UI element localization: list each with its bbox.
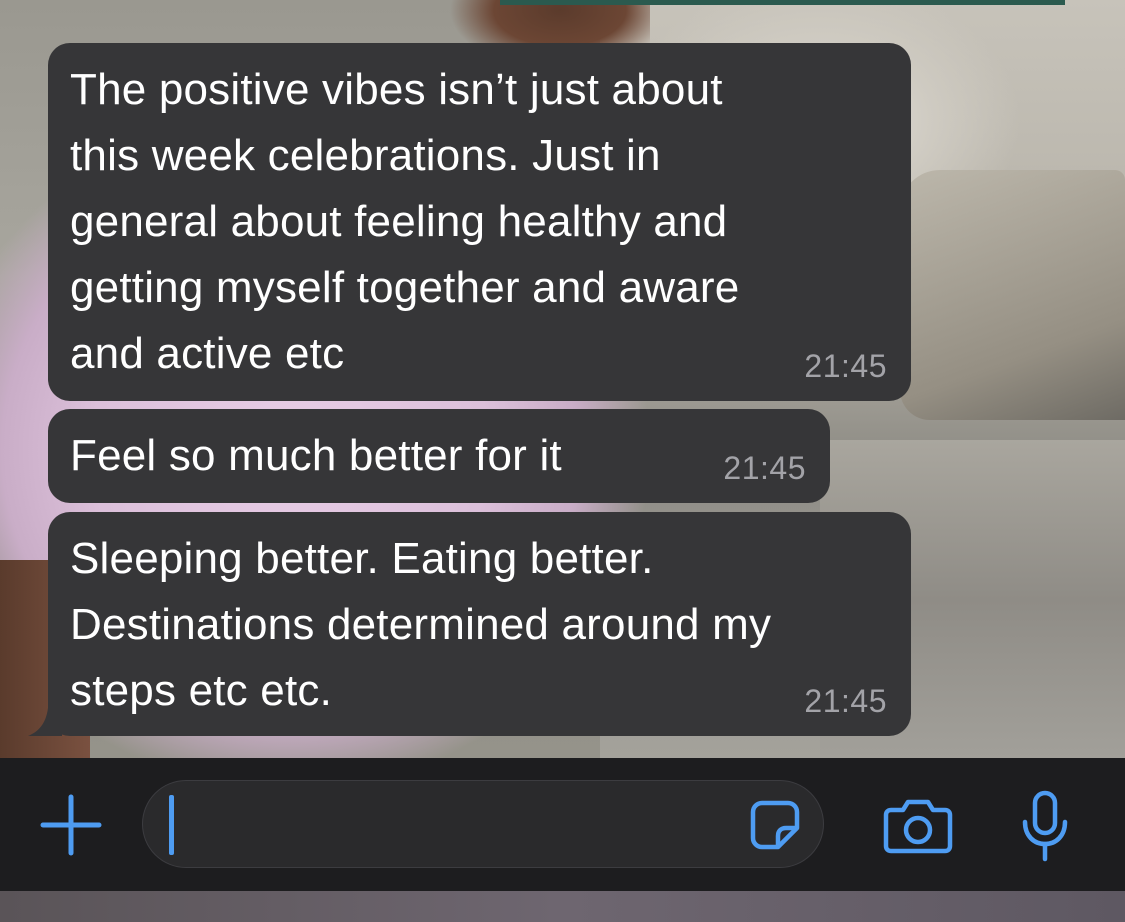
message-timestamp: 21:45 — [804, 683, 887, 719]
bottom-wallpaper-strip — [0, 891, 1125, 922]
camera-icon — [883, 799, 953, 854]
header-edge — [500, 0, 1065, 5]
message-timestamp: 21:45 — [804, 348, 887, 384]
message-bubble[interactable]: Feel so much better for it 21:45 — [48, 409, 830, 503]
sticker-button[interactable] — [747, 797, 803, 853]
bubble-tail — [28, 708, 62, 736]
chat-screen: The positive vibes isn’t just about this… — [0, 0, 1125, 922]
message-bubble[interactable]: The positive vibes isn’t just about this… — [48, 43, 911, 401]
plus-icon — [40, 794, 102, 856]
microphone-icon — [1022, 790, 1068, 862]
text-caret — [169, 795, 174, 855]
wallpaper-stone-block — [900, 170, 1125, 420]
message-text: Sleeping better. Eating better. Destinat… — [70, 534, 772, 715]
message-input[interactable] — [142, 780, 824, 868]
microphone-button[interactable] — [1010, 788, 1080, 864]
attach-button[interactable] — [36, 790, 106, 860]
message-text: Feel so much better for it — [70, 431, 562, 480]
camera-button[interactable] — [880, 790, 956, 860]
message-timestamp: 21:45 — [723, 450, 806, 486]
message-bubble[interactable]: Sleeping better. Eating better. Destinat… — [28, 512, 911, 736]
message-text: The positive vibes isn’t just about this… — [70, 65, 740, 378]
sticker-icon — [750, 800, 800, 850]
